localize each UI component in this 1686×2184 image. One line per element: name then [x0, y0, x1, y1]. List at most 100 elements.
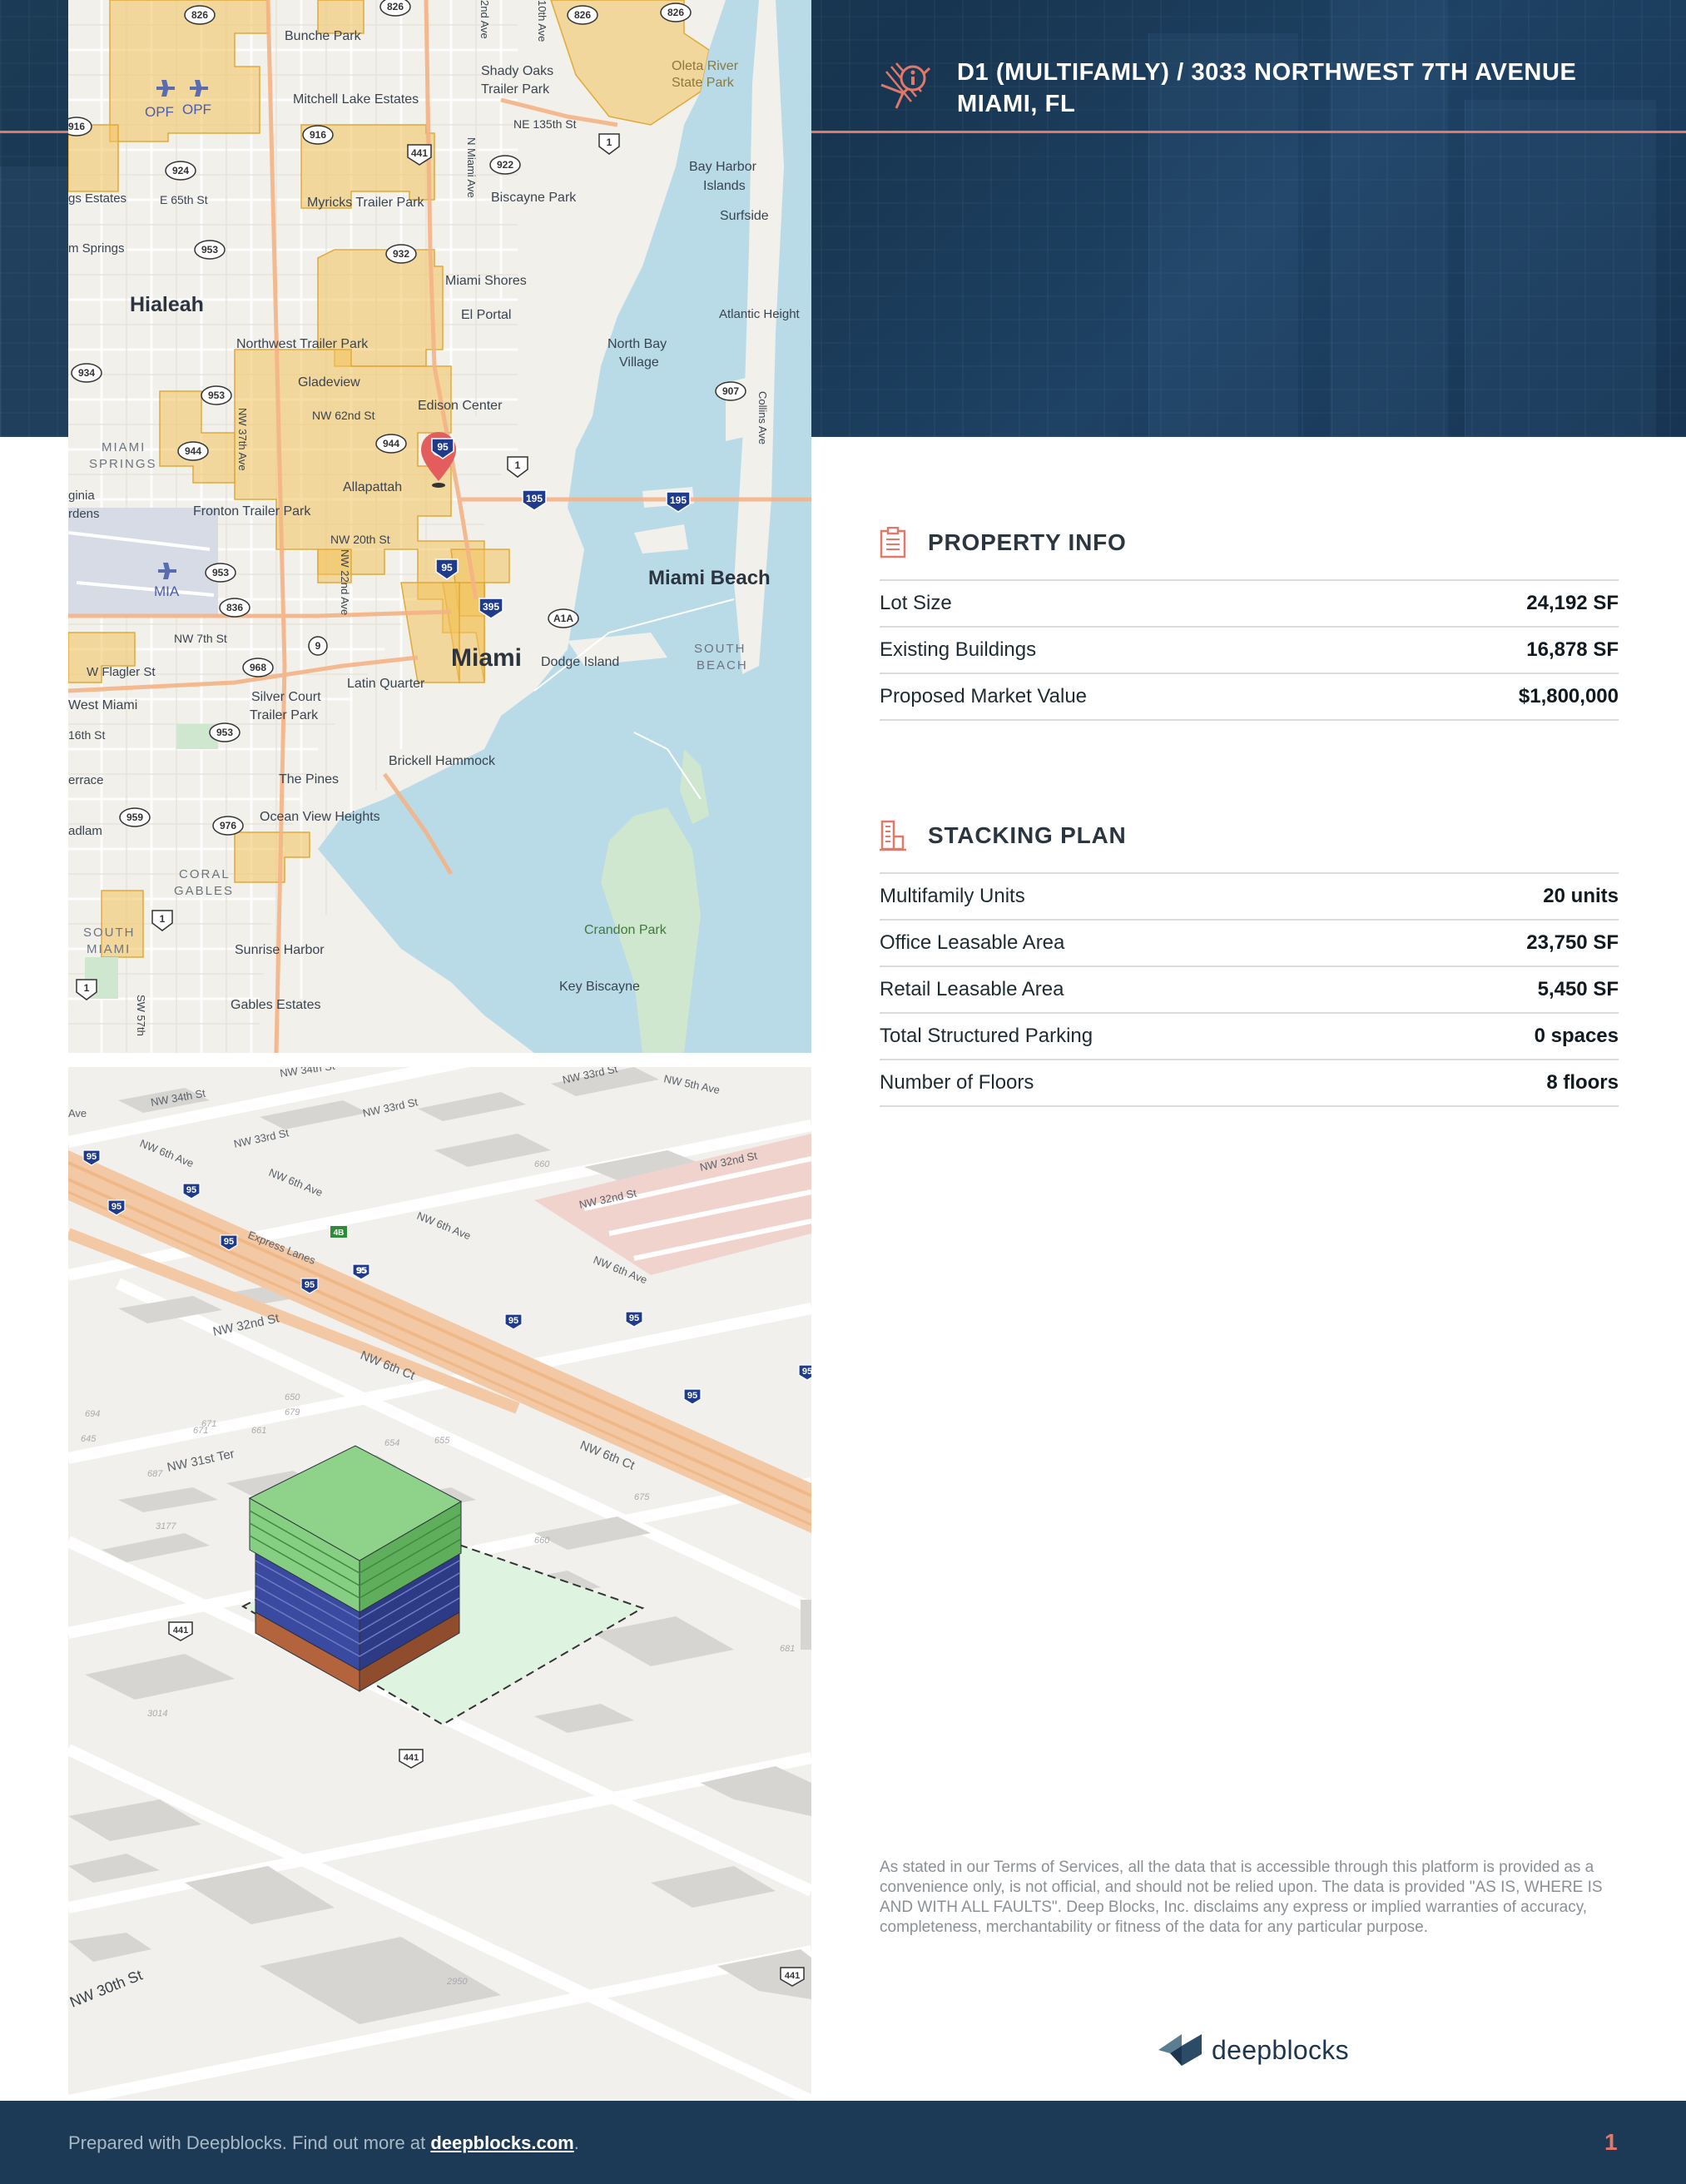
- header-building-silhouette: [0, 166, 68, 437]
- svg-text:GABLES: GABLES: [174, 884, 234, 898]
- svg-text:907: 907: [722, 385, 739, 397]
- svg-text:916: 916: [68, 121, 85, 132]
- svg-text:95: 95: [437, 441, 449, 453]
- footer-link[interactable]: deepblocks.com: [430, 2132, 573, 2153]
- svg-text:Miami: Miami: [451, 644, 522, 672]
- svg-text:El Portal: El Portal: [461, 308, 511, 322]
- svg-text:CORAL: CORAL: [179, 867, 231, 881]
- svg-text:Shady Oaks: Shady Oaks: [481, 64, 553, 78]
- svg-text:441: 441: [173, 1626, 188, 1636]
- svg-text:Sunrise Harbor: Sunrise Harbor: [235, 943, 325, 957]
- svg-text:655: 655: [434, 1436, 450, 1446]
- table-row: Office Leasable Area 23,750 SF: [880, 921, 1619, 967]
- svg-text:SW 57th: SW 57th: [135, 995, 147, 1036]
- svg-text:968: 968: [250, 662, 266, 673]
- svg-text:Gables Estates: Gables Estates: [231, 998, 321, 1012]
- svg-text:OPF: OPF: [182, 102, 211, 117]
- svg-text:Oleta River: Oleta River: [672, 59, 739, 73]
- svg-text:NW 22nd Ave: NW 22nd Ave: [339, 549, 351, 615]
- location-map[interactable]: 826 826 826 826 916 924 916 922 441 1 95…: [68, 0, 811, 1053]
- svg-text:errace: errace: [68, 773, 104, 787]
- svg-text:944: 944: [185, 445, 201, 457]
- row-value: 24,192 SF: [1526, 592, 1619, 614]
- svg-text:95: 95: [87, 1152, 97, 1162]
- svg-text:The Pines: The Pines: [279, 772, 339, 787]
- svg-text:SPRINGS: SPRINGS: [89, 457, 157, 471]
- table-row: Number of Floors 8 floors: [880, 1060, 1619, 1107]
- svg-text:1: 1: [607, 136, 612, 148]
- property-info-section: PROPERTY INFO Lot Size 24,192 SF Existin…: [880, 526, 1619, 721]
- svg-text:922: 922: [497, 159, 513, 171]
- 3d-massing-canvas: 95 95 95 95 95 95 95 95 95 95 95 441 441…: [68, 1067, 811, 2101]
- svg-text:953: 953: [216, 727, 233, 738]
- svg-text:SOUTH: SOUTH: [83, 926, 136, 940]
- svg-text:Allapattah: Allapattah: [343, 480, 402, 494]
- svg-text:661: 661: [251, 1426, 266, 1436]
- svg-text:675: 675: [634, 1492, 650, 1502]
- table-row: Existing Buildings 16,878 SF: [880, 628, 1619, 674]
- svg-text:E 65th St: E 65th St: [160, 193, 208, 206]
- title-line-city: MIAMI, FL: [957, 91, 1076, 117]
- svg-text:2950: 2950: [446, 1977, 468, 1987]
- svg-text:Surfside: Surfside: [720, 209, 769, 223]
- table-row: Multifamily Units 20 units: [880, 874, 1619, 921]
- svg-text:654: 654: [384, 1438, 399, 1448]
- svg-text:2nd Ave: 2nd Ave: [479, 0, 491, 39]
- svg-text:NW 37th Ave: NW 37th Ave: [236, 408, 249, 471]
- 3d-massing-view[interactable]: 95 95 95 95 95 95 95 95 95 95 95 441 441…: [68, 1067, 811, 2101]
- row-value: 8 floors: [1546, 1071, 1619, 1094]
- title-line-address: D1 (MULTIFAMLY) / 3033 NORTHWEST 7TH AVE…: [957, 59, 1577, 86]
- svg-text:3014: 3014: [147, 1709, 167, 1719]
- svg-text:Mitchell Lake Estates: Mitchell Lake Estates: [293, 92, 419, 107]
- svg-text:Atlantic Height: Atlantic Height: [719, 307, 801, 321]
- property-info-header: PROPERTY INFO: [880, 526, 1619, 559]
- deepblocks-brand[interactable]: deepblocks: [1157, 2031, 1349, 2069]
- svg-text:953: 953: [212, 567, 229, 578]
- svg-text:Collins Ave: Collins Ave: [756, 391, 769, 444]
- svg-text:944: 944: [383, 438, 399, 449]
- footer-suffix: .: [573, 2132, 579, 2153]
- svg-text:195: 195: [526, 493, 543, 504]
- svg-text:Fronton Trailer Park: Fronton Trailer Park: [193, 504, 311, 519]
- svg-text:OPF: OPF: [145, 104, 174, 120]
- svg-text:953: 953: [208, 390, 225, 401]
- disclaimer-text: As stated in our Terms of Services, all …: [880, 1859, 1603, 1936]
- row-label: Retail Leasable Area: [880, 978, 1064, 1000]
- svg-text:95: 95: [629, 1313, 639, 1323]
- svg-text:Islands: Islands: [703, 179, 746, 193]
- svg-text:adlam: adlam: [68, 824, 102, 838]
- svg-text:NW 7th St: NW 7th St: [174, 632, 227, 645]
- svg-text:660: 660: [534, 1159, 550, 1169]
- svg-text:Trailer Park: Trailer Park: [481, 82, 550, 97]
- svg-text:976: 976: [220, 820, 236, 831]
- clipboard-icon: [880, 527, 906, 558]
- svg-text:953: 953: [201, 244, 218, 256]
- svg-text:687: 687: [147, 1469, 163, 1479]
- svg-text:N Miami Ave: N Miami Ave: [465, 137, 478, 198]
- svg-text:West Miami: West Miami: [68, 698, 137, 712]
- svg-text:660: 660: [534, 1536, 550, 1546]
- footer-text: Prepared with Deepblocks. Find out more …: [68, 2132, 579, 2154]
- svg-text:1: 1: [515, 459, 521, 471]
- svg-text:Ocean View Heights: Ocean View Heights: [260, 810, 380, 824]
- svg-text:826: 826: [387, 1, 404, 12]
- svg-text:Gladeview: Gladeview: [298, 375, 360, 390]
- stacking-plan-header: STACKING PLAN: [880, 819, 1619, 852]
- svg-text:BEACH: BEACH: [697, 658, 748, 673]
- svg-text:Edison Center: Edison Center: [418, 399, 503, 413]
- svg-text:1: 1: [84, 982, 90, 994]
- svg-text:441: 441: [404, 1753, 419, 1763]
- row-value: $1,800,000: [1518, 685, 1619, 707]
- deepblocks-logo-icon: [1158, 2034, 1202, 2066]
- svg-text:State Park: State Park: [672, 76, 735, 90]
- svg-text:679: 679: [285, 1407, 300, 1417]
- svg-text:Hialeah: Hialeah: [130, 293, 204, 316]
- svg-text:Village: Village: [619, 355, 659, 370]
- svg-text:Trailer Park: Trailer Park: [250, 708, 319, 722]
- svg-text:694: 694: [85, 1409, 100, 1419]
- svg-text:95: 95: [224, 1237, 234, 1247]
- svg-text:95: 95: [305, 1280, 315, 1290]
- row-value: 16,878 SF: [1526, 638, 1619, 661]
- svg-text:MIAMI: MIAMI: [102, 440, 146, 454]
- svg-text:16th St: 16th St: [68, 728, 105, 742]
